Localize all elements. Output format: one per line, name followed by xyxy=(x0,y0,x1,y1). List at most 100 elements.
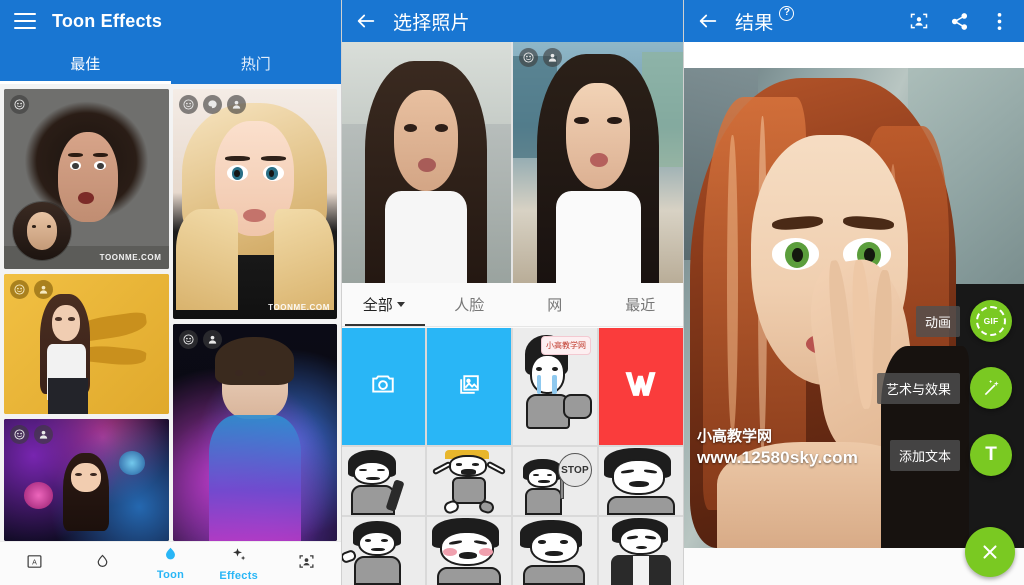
tile-wps[interactable] xyxy=(599,328,683,445)
filter-tab-recent[interactable]: 最近 xyxy=(598,294,684,315)
nav-item-frames[interactable]: A xyxy=(0,553,68,575)
effect-card-purple-dress[interactable] xyxy=(172,324,337,541)
nav-item-droplet[interactable] xyxy=(68,553,136,575)
page-title: 结果 xyxy=(735,12,774,34)
appbar-panel3: 结果 ? xyxy=(683,0,1024,42)
gif-icon[interactable]: GIF xyxy=(970,300,1012,342)
chevron-down-icon[interactable] xyxy=(396,302,405,307)
fab-row-animation[interactable]: 动画 GIF xyxy=(877,300,1012,342)
fab-label-art-effects: 艺术与效果 xyxy=(876,372,960,404)
photo-source-grid: 小高教学网 STOP xyxy=(341,328,683,585)
tile-meme-stop[interactable]: STOP xyxy=(513,447,597,515)
portrait-icon[interactable] xyxy=(906,8,932,34)
tile-meme-wave[interactable] xyxy=(341,517,425,585)
tile-meme-jump[interactable] xyxy=(427,447,511,515)
result-action-fabs: 动画 GIF 艺术与效果 添加文本 T xyxy=(876,300,1012,476)
person-icon xyxy=(226,95,246,114)
close-icon[interactable] xyxy=(965,527,1015,577)
photo-selfie-right[interactable] xyxy=(513,42,683,283)
card-badges xyxy=(10,425,53,444)
magic-wand-icon[interactable] xyxy=(970,367,1012,409)
person-icon xyxy=(34,280,53,299)
arrow-left-icon[interactable] xyxy=(695,8,721,34)
card-badges xyxy=(178,95,246,114)
smiley-icon xyxy=(10,425,29,444)
text-icon[interactable]: T xyxy=(970,434,1012,476)
source-photo-thumbnail xyxy=(13,202,71,260)
watermark-line-1: 小高教学网 xyxy=(697,428,773,445)
filter-tab-indicator xyxy=(345,323,425,326)
nav-label-toon: Toon xyxy=(156,569,185,581)
appbar-panel2: 选择照片 xyxy=(341,0,683,42)
effect-card-toonme-3d[interactable]: TOONME.COM xyxy=(4,89,169,269)
card-badges xyxy=(10,280,53,299)
page-title: 选择照片 xyxy=(393,12,470,34)
page-title: Toon Effects xyxy=(52,10,163,31)
tile-meme-blush[interactable] xyxy=(427,517,511,585)
nav-item-effects[interactable]: Effects xyxy=(205,546,273,582)
panel-divider-2 xyxy=(683,0,684,585)
paint-icon xyxy=(202,95,222,114)
camera-icon xyxy=(370,371,396,402)
card-badges xyxy=(178,330,222,349)
effects-column-left: TOONME.COM xyxy=(4,89,169,541)
text-icon-glyph: T xyxy=(985,444,997,465)
result-top-spacer xyxy=(683,42,1024,68)
person-icon xyxy=(202,330,222,349)
card-watermark: TOONME.COM xyxy=(268,303,330,312)
hamburger-icon[interactable] xyxy=(12,8,38,34)
card-watermark: TOONME.COM xyxy=(99,253,162,262)
effects-column-right: TOONME.COM xyxy=(172,89,337,541)
filter-tab-web[interactable]: 网 xyxy=(512,294,598,315)
filter-tab-all[interactable]: 全部 xyxy=(341,294,427,315)
flame-icon xyxy=(162,546,179,568)
gallery-icon xyxy=(457,372,482,402)
share-icon[interactable] xyxy=(946,8,972,34)
photo-filter-tabs: 全部 人脸 网 最近 xyxy=(341,283,683,327)
tab-indicator xyxy=(0,81,171,84)
bottom-navigation: A Toon Effects xyxy=(0,541,341,585)
smiley-icon xyxy=(178,330,198,349)
sparkle-icon xyxy=(230,546,248,569)
tile-gallery[interactable] xyxy=(427,328,511,445)
photo-preview-row xyxy=(341,42,683,283)
tabbar-panel1: 最佳 热门 xyxy=(0,42,341,84)
svg-text:A: A xyxy=(32,558,37,566)
portrait-icon xyxy=(298,553,315,575)
wps-logo xyxy=(619,362,663,411)
result-watermark: 小高教学网 www.12580sky.com xyxy=(697,428,858,468)
tile-meme-smirk[interactable] xyxy=(513,517,597,585)
sticker-bubble-text: 小高教学网 xyxy=(541,336,591,355)
nav-item-toon[interactable]: Toon xyxy=(136,546,204,581)
smiley-icon xyxy=(10,280,29,299)
smiley-icon xyxy=(10,95,29,114)
tile-meme-laugh[interactable] xyxy=(599,447,683,515)
arrow-left-icon[interactable] xyxy=(353,8,379,34)
person-icon xyxy=(34,425,53,444)
fab-label-add-text: 添加文本 xyxy=(889,439,960,471)
effect-card-blonde-toon[interactable]: TOONME.COM xyxy=(172,89,337,319)
stop-sign-text: STOP xyxy=(558,453,592,487)
filter-tab-face[interactable]: 人脸 xyxy=(427,294,513,315)
help-icon[interactable]: ? xyxy=(779,6,795,21)
panel-divider-1 xyxy=(341,0,342,585)
tab-best[interactable]: 最佳 xyxy=(0,42,171,84)
panel-toon-effects: Toon Effects 最佳 热门 TOONME.COM TOONME.COM… xyxy=(0,0,341,585)
fab-row-art-effects[interactable]: 艺术与效果 xyxy=(876,367,1012,409)
nav-item-portrait[interactable] xyxy=(273,553,341,575)
effect-card-yellow-portrait[interactable] xyxy=(4,274,169,414)
tile-meme-crying[interactable]: 小高教学网 xyxy=(513,328,597,445)
overflow-menu-icon[interactable] xyxy=(986,8,1012,34)
panel-select-photo: 选择照片 全部 人脸 网 最近 小高教学网 STOP xyxy=(341,0,683,585)
effects-grid: TOONME.COM TOONME.COM xyxy=(0,84,341,541)
nav-label-effects: Effects xyxy=(219,569,259,582)
tile-meme-suit[interactable] xyxy=(599,517,683,585)
tile-camera[interactable] xyxy=(341,328,425,445)
fab-row-add-text[interactable]: 添加文本 T xyxy=(877,434,1012,476)
photo-selfie-left[interactable] xyxy=(341,42,511,283)
photo-badges xyxy=(519,48,562,67)
person-icon xyxy=(543,48,562,67)
effect-card-neon-floral[interactable] xyxy=(4,419,169,541)
tile-meme-guitar[interactable] xyxy=(341,447,425,515)
tab-popular[interactable]: 热门 xyxy=(171,42,342,84)
